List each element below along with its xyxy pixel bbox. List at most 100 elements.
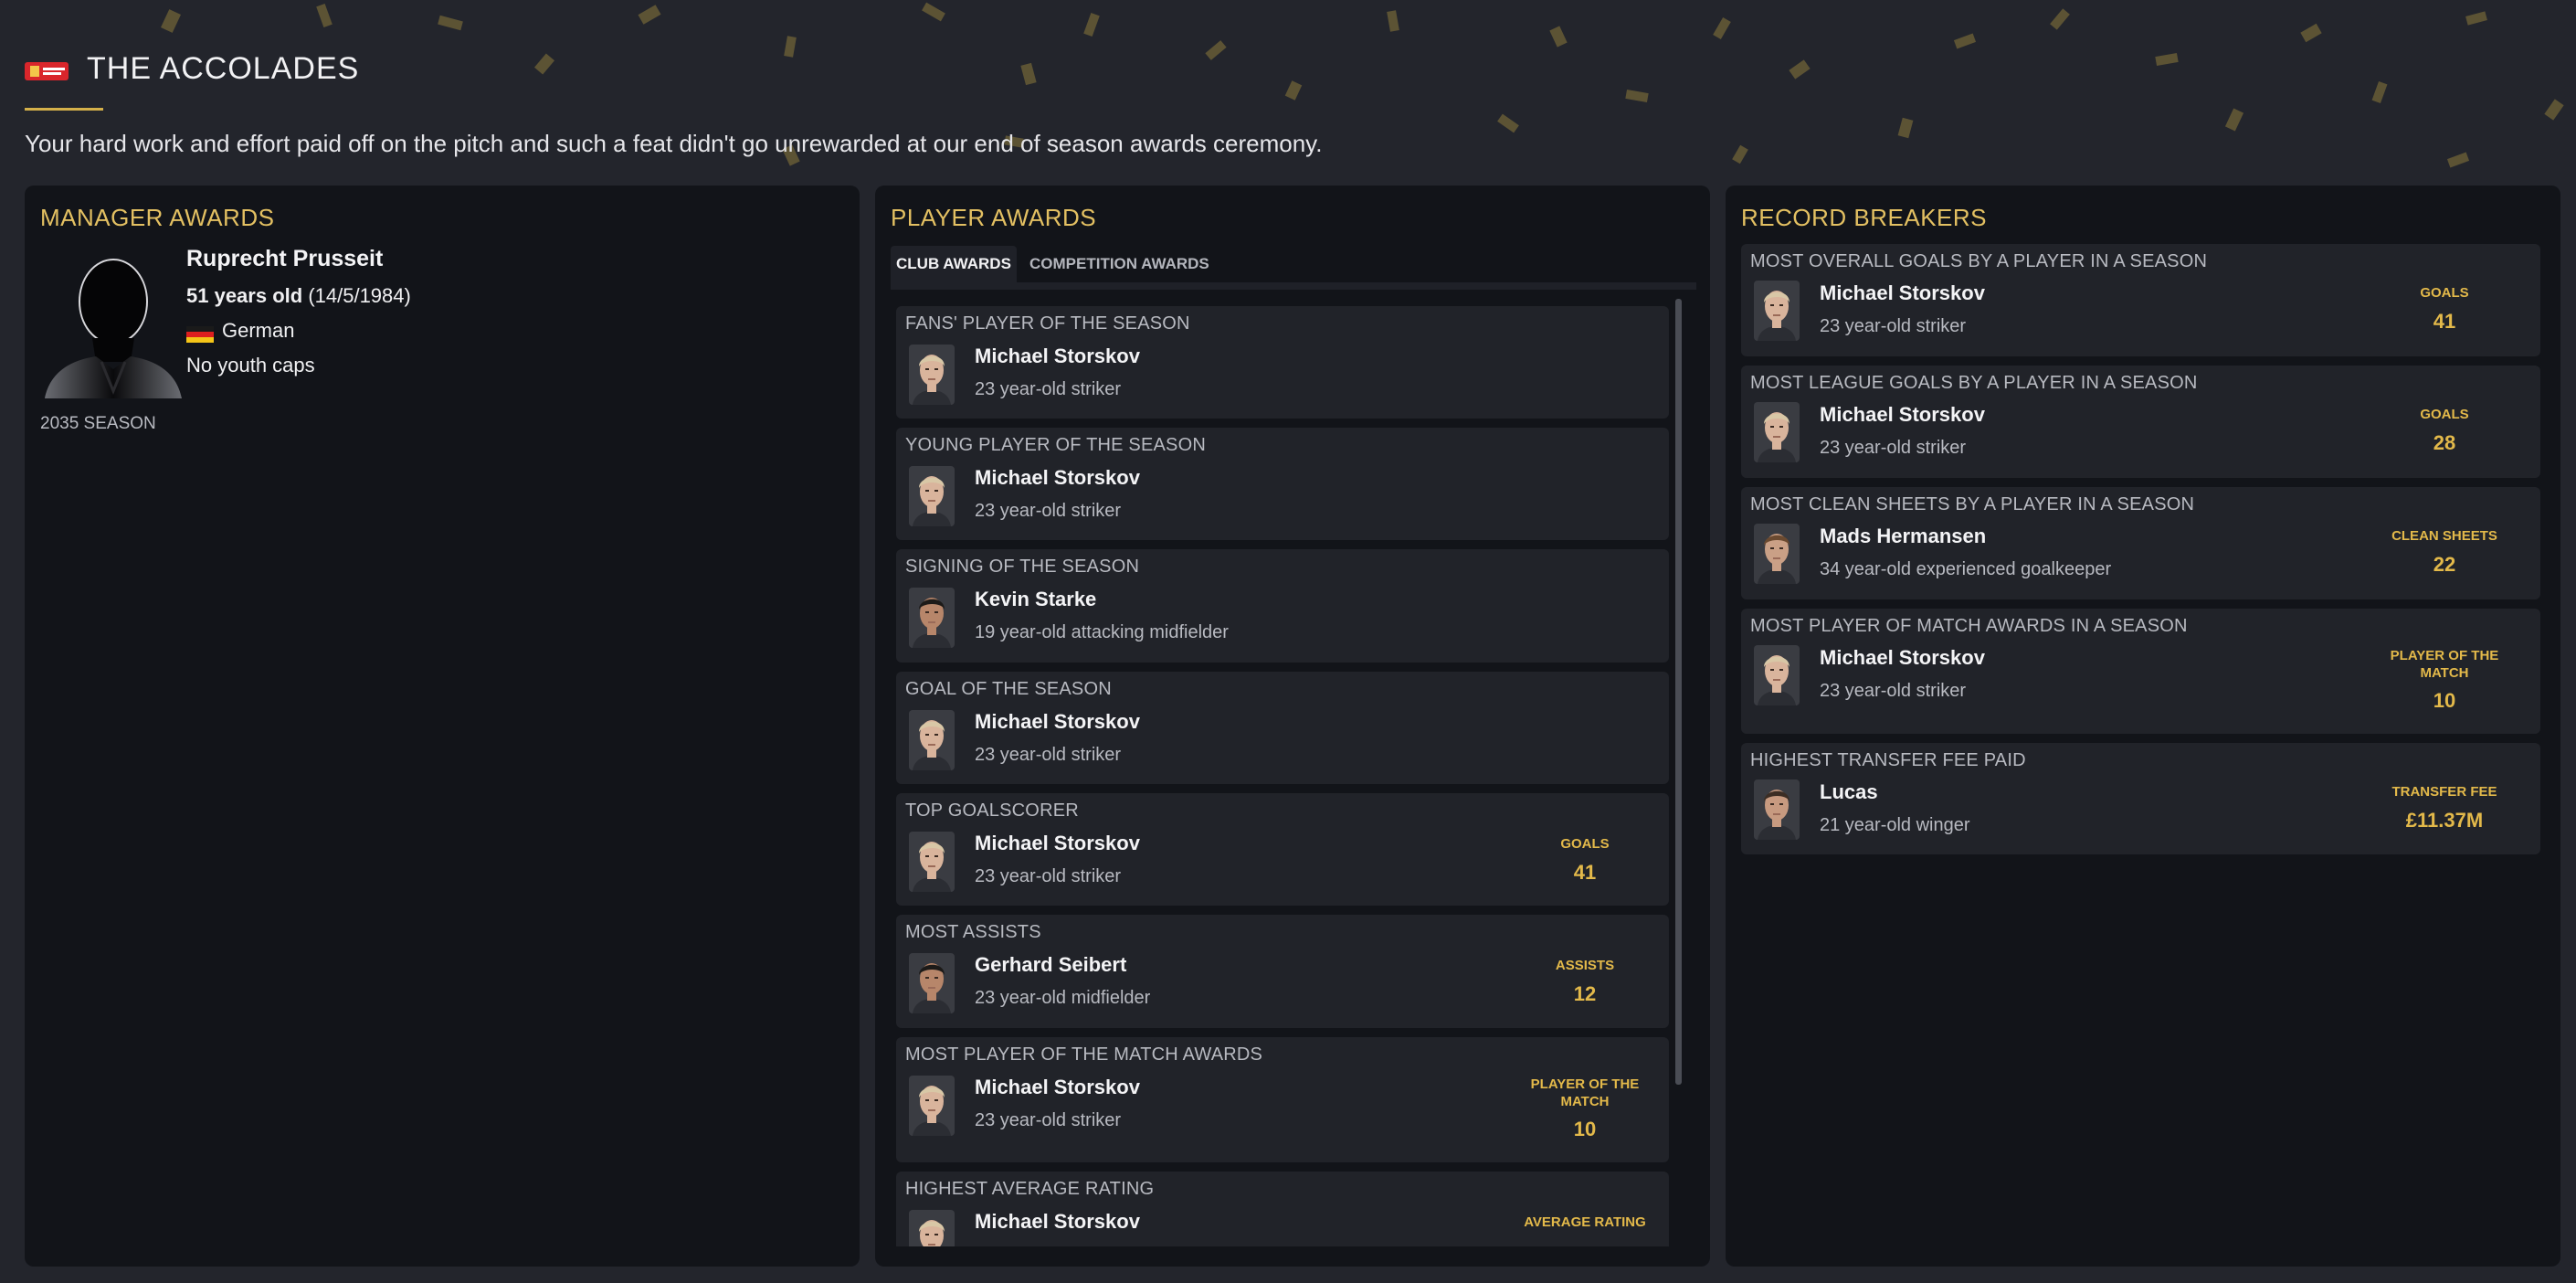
player-face-icon [909, 953, 955, 1013]
stat-value: 10 [2433, 689, 2456, 712]
panel-title: MANAGER AWARDS [40, 204, 275, 231]
manager-age: 51 years old (14/5/1984) [186, 284, 411, 308]
player-description: 23 year-old striker [1820, 681, 1967, 701]
panel-title: RECORD BREAKERS [1741, 204, 1987, 231]
player-name[interactable]: Michael Storskov [1820, 403, 1985, 427]
record-card[interactable]: MOST CLEAN SHEETS BY A PLAYER IN A SEASO… [1741, 487, 2540, 599]
stat-value: 12 [1573, 982, 1597, 1005]
player-face-icon [909, 832, 955, 892]
player-face-icon [909, 1210, 955, 1246]
award-card[interactable]: GOAL OF THE SEASON Michael Storskov 23 yea… [896, 672, 1669, 784]
manager-nationality: German [222, 319, 295, 342]
player-face-icon [909, 466, 955, 526]
stat-label: TRANSFER FEE [2391, 784, 2497, 800]
player-description: 23 year-old striker [1820, 438, 1967, 458]
award-card[interactable]: YOUNG PLAYER OF THE SEASON Michael Storsk… [896, 428, 1669, 540]
player-name[interactable]: Kevin Starke [975, 588, 1096, 611]
manager-age-years: 51 years old [186, 284, 303, 307]
stat-value: 28 [2433, 431, 2456, 454]
player-face-icon [1754, 645, 1800, 705]
player-name[interactable]: Michael Storskov [975, 345, 1140, 368]
player-face-icon [1754, 281, 1800, 341]
player-awards-panel: PLAYER AWARDS CLUB AWARDS COMPETITION AW… [875, 186, 1710, 1267]
player-name[interactable]: Michael Storskov [975, 710, 1140, 734]
player-name[interactable]: Michael Storskov [1820, 646, 1985, 670]
germany-flag-icon [186, 326, 214, 343]
award-card[interactable]: SIGNING OF THE SEASON Kevin Starke 19 year… [896, 549, 1669, 663]
manager-youth-caps: No youth caps [186, 354, 315, 376]
player-description: 23 year-old striker [975, 1245, 1121, 1246]
manager-name[interactable]: Ruprecht Prusseit [186, 246, 383, 272]
award-label: MOST ASSISTS [905, 922, 1041, 942]
award-label: HIGHEST TRANSFER FEE PAID [1750, 750, 2026, 770]
award-label: MOST CLEAN SHEETS BY A PLAYER IN A SEASO… [1750, 494, 2195, 514]
manager-season-label: 2035 SEASON [40, 414, 156, 433]
record-card[interactable]: HIGHEST TRANSFER FEE PAID Lucas 21 year-ol… [1741, 743, 2540, 854]
tab-club-awards[interactable]: CLUB AWARDS [891, 246, 1017, 282]
award-card[interactable]: HIGHEST AVERAGE RATING Michael Storskov 23… [896, 1172, 1669, 1246]
stat-label: CLEAN SHEETS [2391, 528, 2497, 544]
award-label: MOST OVERALL GOALS BY A PLAYER IN A SEAS… [1750, 251, 2208, 271]
stat-label: PLAYER OF THE MATCH [2390, 648, 2499, 681]
player-name[interactable]: Michael Storskov [975, 1076, 1140, 1099]
player-face-icon [909, 588, 955, 648]
club-badge-icon [25, 62, 69, 80]
manager-silhouette-icon [45, 259, 182, 398]
award-card[interactable]: MOST PLAYER OF THE MATCH AWARDS Michael S… [896, 1037, 1669, 1162]
scrollbar[interactable] [1675, 299, 1682, 1085]
stat-label: AVERAGE RATING [1524, 1214, 1646, 1230]
stat-label: ASSISTS [1555, 958, 1615, 973]
player-name[interactable]: Mads Hermansen [1820, 525, 1986, 548]
tab-strip [891, 282, 1696, 290]
player-description: 23 year-old striker [975, 1110, 1122, 1130]
stat-label: GOALS [2420, 407, 2469, 422]
player-face-icon [1754, 524, 1800, 584]
panel-title: PLAYER AWARDS [891, 204, 1097, 231]
player-face-icon [909, 345, 955, 405]
award-card[interactable]: FANS' PLAYER OF THE SEASON Michael Storsk… [896, 306, 1669, 419]
tab-competition-awards[interactable]: COMPETITION AWARDS [1024, 246, 1215, 282]
player-description: 34 year-old experienced goalkeeper [1820, 559, 2112, 579]
award-tabs: CLUB AWARDS COMPETITION AWARDS [891, 246, 1696, 282]
player-name[interactable]: Michael Storskov [1820, 281, 1985, 305]
player-description: 23 year-old striker [975, 866, 1122, 886]
stat-value: 41 [2433, 310, 2456, 333]
player-description: 23 year-old striker [975, 745, 1122, 765]
record-card[interactable]: MOST OVERALL GOALS BY A PLAYER IN A SEAS… [1741, 244, 2540, 356]
award-label: MOST PLAYER OF THE MATCH AWARDS [905, 1044, 1263, 1065]
player-awards-list[interactable]: FANS' PLAYER OF THE SEASON Michael Storsk… [891, 290, 1685, 1246]
award-card[interactable]: MOST ASSISTS Gerhard Seibert 23 year-old m… [896, 915, 1669, 1028]
stat-value: 10 [1573, 1118, 1597, 1140]
award-label: GOAL OF THE SEASON [905, 679, 1112, 699]
player-description: 23 year-old striker [975, 379, 1122, 399]
stat-label: GOALS [1560, 836, 1610, 852]
award-label: FANS' PLAYER OF THE SEASON [905, 313, 1190, 334]
player-description: 21 year-old winger [1820, 815, 1970, 835]
player-name[interactable]: Michael Storskov [975, 832, 1140, 855]
stat-label: GOALS [2420, 285, 2469, 301]
stat-value: £11.37M [2405, 809, 2484, 832]
award-label: YOUNG PLAYER OF THE SEASON [905, 435, 1206, 455]
player-description: 19 year-old attacking midfielder [975, 622, 1229, 642]
award-label: HIGHEST AVERAGE RATING [905, 1179, 1155, 1199]
title-underline [25, 108, 103, 111]
player-description: 23 year-old striker [975, 501, 1122, 521]
manager-dob: (14/5/1984) [308, 284, 411, 307]
page-subtitle: Your hard work and effort paid off on th… [25, 130, 1323, 157]
manager-awards-panel: MANAGER AWARDS Ruprecht Prusseit 51 year… [25, 186, 860, 1267]
record-card[interactable]: MOST PLAYER OF MATCH AWARDS IN A SEASON M… [1741, 609, 2540, 734]
player-description: 23 year-old midfielder [975, 988, 1151, 1008]
award-card[interactable]: TOP GOALSCORER Michael Storskov 23 year-ol… [896, 793, 1669, 906]
player-name[interactable]: Gerhard Seibert [975, 953, 1126, 977]
player-name[interactable]: Michael Storskov [975, 466, 1140, 490]
award-label: TOP GOALSCORER [905, 801, 1079, 821]
stat-label: PLAYER OF THE MATCH [1530, 1076, 1640, 1109]
player-face-icon [909, 710, 955, 770]
player-face-icon [1754, 779, 1800, 840]
player-description: 23 year-old striker [1820, 316, 1967, 336]
player-name[interactable]: Lucas [1820, 780, 1878, 804]
player-name[interactable]: Michael Storskov [975, 1210, 1140, 1234]
page-title: THE ACCOLADES [87, 51, 360, 86]
award-label: MOST PLAYER OF MATCH AWARDS IN A SEASON [1750, 616, 2188, 636]
record-card[interactable]: MOST LEAGUE GOALS BY A PLAYER IN A SEASO… [1741, 366, 2540, 478]
